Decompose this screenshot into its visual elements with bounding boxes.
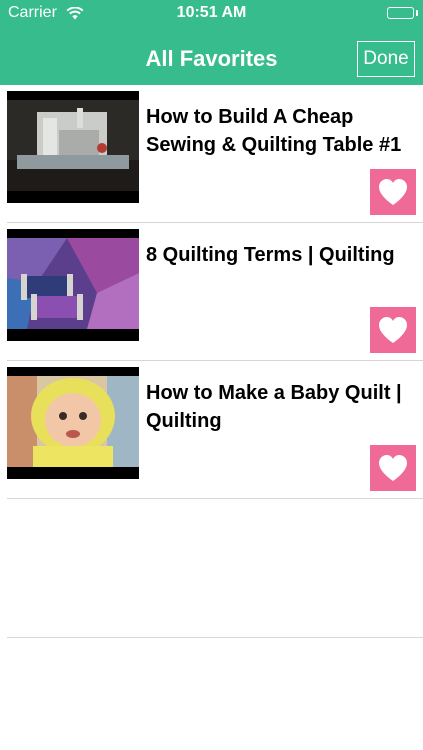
heart-icon: [379, 317, 407, 343]
navigation-bar: Carrier 10:51 AM All Favorites Done: [0, 0, 423, 85]
clock: 10:51 AM: [176, 4, 247, 21]
done-button[interactable]: Done: [357, 41, 415, 77]
status-bar: Carrier 10:51 AM: [0, 0, 423, 28]
sewing-machine-image: [7, 100, 139, 191]
battery-tip: [416, 10, 418, 16]
list-item[interactable]: How to Build A Cheap Sewing & Quilting T…: [7, 85, 423, 223]
list-item[interactable]: 8 Quilting Terms | Quilting: [7, 223, 423, 361]
battery-icon: [387, 7, 414, 19]
item-title: How to Build A Cheap Sewing & Quilting T…: [146, 106, 402, 156]
thread-spools-image: [7, 238, 139, 329]
heart-icon: [379, 179, 407, 205]
heart-icon: [379, 455, 407, 481]
video-thumbnail[interactable]: [7, 91, 139, 203]
empty-row-divider: [7, 637, 423, 638]
list-item[interactable]: How to Make a Baby Quilt | Quilting: [7, 361, 423, 499]
item-title: How to Make a Baby Quilt | Quilting: [146, 382, 402, 432]
favorite-button[interactable]: [370, 307, 416, 353]
video-thumbnail[interactable]: [7, 229, 139, 341]
baby-image: [7, 376, 139, 467]
video-thumbnail[interactable]: [7, 367, 139, 479]
favorite-button[interactable]: [370, 169, 416, 215]
favorite-button[interactable]: [370, 445, 416, 491]
item-title: 8 Quilting Terms | Quilting: [146, 244, 395, 266]
